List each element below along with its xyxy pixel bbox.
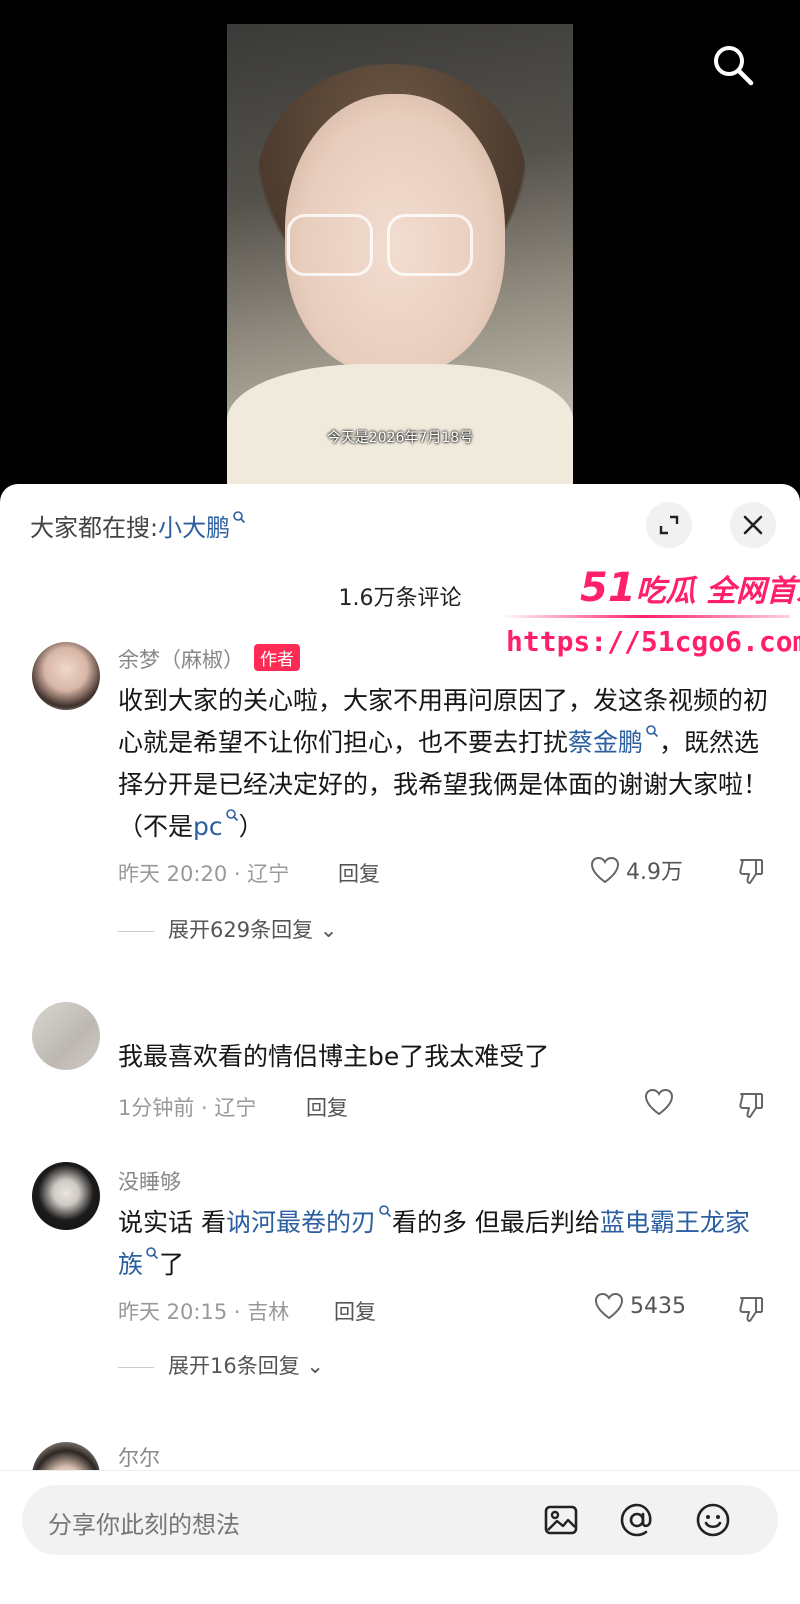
- everyone-search-prefix: 大家都在搜:: [30, 514, 159, 542]
- like-count: 4.9万: [626, 860, 683, 885]
- heart-icon: [644, 1088, 674, 1116]
- comment-item: 我最喜欢看的情侣博主be了我太难受了 1分钟前 · 辽宁 回复: [0, 1000, 800, 1130]
- comment-text: 我最喜欢看的情侣博主be了我太难受了: [118, 1042, 550, 1071]
- comment-text: 说实话 看讷河最卷的刃 看的多 但最后判给蓝电霸王龙家族了: [118, 1202, 768, 1286]
- comment-username[interactable]: 没睡够: [118, 1166, 181, 1196]
- watermark-text: 吃瓜 全网首发: [635, 574, 800, 609]
- reply-button[interactable]: 回复: [338, 858, 380, 888]
- close-button[interactable]: [730, 502, 776, 548]
- watermark-number: 51: [580, 565, 636, 611]
- keyword-search-icon: [646, 725, 659, 738]
- watermark-title: 51吃瓜 全网首发: [580, 565, 800, 611]
- comment-item: 没睡够 说实话 看讷河最卷的刃 看的多 但最后判给蓝电霸王龙家族了 昨天 20:1…: [0, 1160, 800, 1420]
- chevron-down-icon: ⌄: [299, 1354, 325, 1378]
- keyword-search-icon: [233, 511, 246, 524]
- heart-icon: [594, 1292, 624, 1320]
- chevron-down-icon: ⌄: [313, 918, 338, 942]
- expand-replies-button[interactable]: 展开629条回复 ⌄: [118, 914, 337, 944]
- comment-meta: 昨天 20:20 · 辽宁: [118, 862, 290, 886]
- at-icon[interactable]: [618, 1501, 656, 1539]
- comment-meta: 1分钟前 · 辽宁: [118, 1096, 257, 1120]
- expand-replies-button[interactable]: 展开16条回复 ⌄: [118, 1350, 324, 1380]
- comment-username-text: 余梦（麻椒）: [118, 648, 244, 672]
- comment-input[interactable]: 分享你此刻的想法: [22, 1485, 778, 1555]
- comment-text-part: 看的多 但最后判给: [391, 1208, 600, 1237]
- heart-icon: [590, 856, 620, 884]
- author-badge: 作者: [254, 644, 300, 671]
- comment-text: 收到大家的关心啦，大家不用再问原因了，发这条视频的初心就是希望不让你们担心，也不…: [118, 680, 768, 848]
- input-bar: 分享你此刻的想法: [0, 1470, 800, 1604]
- comment-keyword-link[interactable]: pc: [193, 812, 223, 841]
- keyword-search-icon: [225, 809, 238, 822]
- reply-button[interactable]: 回复: [334, 1296, 376, 1326]
- expand-icon: [659, 515, 679, 535]
- video-caption: 今天是2026年7月18号: [326, 430, 474, 446]
- sheet-header: 大家都在搜:小大鹏 1.6万条评论: [0, 484, 800, 611]
- comment-item: 余梦（麻椒） 作者 收到大家的关心啦，大家不用再问原因了，发这条视频的初心就是希望…: [0, 636, 800, 966]
- comment-text-part: 了: [159, 1250, 185, 1279]
- search-button[interactable]: [710, 42, 756, 88]
- comment-text-part: ）: [238, 812, 264, 841]
- comment-text-part: 说实话 看: [118, 1208, 226, 1237]
- expand-replies-label: 展开629条回复: [168, 918, 314, 942]
- reply-button[interactable]: 回复: [306, 1092, 348, 1122]
- watermark-line: [500, 615, 790, 618]
- avatar[interactable]: [32, 642, 100, 710]
- comment-keyword-link[interactable]: 蔡金鹏: [568, 728, 643, 757]
- search-icon: [714, 46, 754, 86]
- divider: [118, 1366, 154, 1368]
- expand-button[interactable]: [646, 502, 692, 548]
- divider: [118, 930, 154, 932]
- video-shirt: [227, 364, 573, 484]
- comment-input-placeholder: 分享你此刻的想法: [48, 1511, 240, 1539]
- video-frame[interactable]: 今天是2026年7月18号: [227, 24, 573, 484]
- video-glasses-left: [287, 214, 373, 276]
- dislike-icon[interactable]: [736, 856, 766, 886]
- image-icon[interactable]: [542, 1501, 580, 1539]
- everyone-search[interactable]: 大家都在搜:小大鹏: [30, 508, 246, 543]
- close-icon: [743, 515, 763, 535]
- dislike-icon[interactable]: [736, 1294, 766, 1324]
- like-button[interactable]: 5435: [594, 1292, 686, 1320]
- comment-username[interactable]: 余梦（麻椒） 作者: [118, 644, 300, 674]
- comment-keyword-link[interactable]: 讷河最卷的刃: [226, 1208, 376, 1237]
- watermark: 51吃瓜 全网首发 https://51cgo6.com: [500, 565, 800, 685]
- like-button[interactable]: [644, 1088, 674, 1116]
- comment-meta: 昨天 20:15 · 吉林: [118, 1300, 290, 1324]
- everyone-search-keyword[interactable]: 小大鹏: [158, 514, 230, 542]
- expand-replies-label: 展开16条回复: [168, 1354, 300, 1378]
- video-area[interactable]: 今天是2026年7月18号: [0, 0, 800, 500]
- keyword-search-icon: [146, 1247, 159, 1260]
- emoji-icon[interactable]: [694, 1501, 732, 1539]
- video-glasses-right: [387, 214, 473, 276]
- dislike-icon[interactable]: [736, 1090, 766, 1120]
- avatar[interactable]: [32, 1162, 100, 1230]
- watermark-url: https://51cgo6.com: [506, 625, 800, 658]
- like-count: 5435: [630, 1293, 686, 1319]
- comment-username[interactable]: 尔尔: [118, 1442, 160, 1472]
- like-button[interactable]: 4.9万: [590, 854, 683, 886]
- keyword-search-icon: [379, 1205, 392, 1218]
- avatar[interactable]: [32, 1002, 100, 1070]
